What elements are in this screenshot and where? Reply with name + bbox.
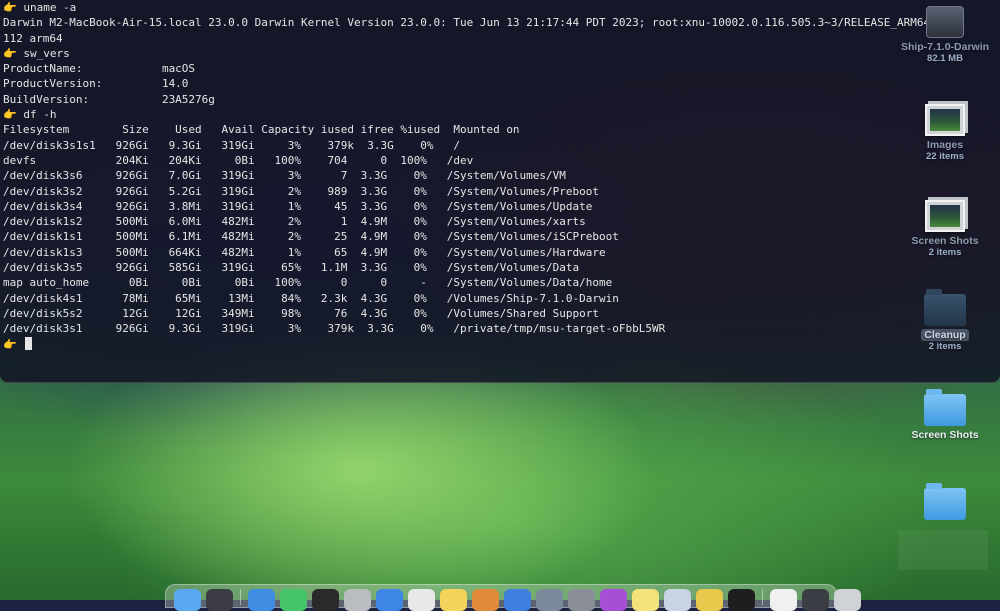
terminal-text: BuildVersion: 23A5276g [3,92,215,106]
terminal-output-line: /dev/disk3s1 926Gi 9.3Gi 319Gi 3% 379k 3… [3,321,1000,336]
desktop-item-screen-shots-stack[interactable]: Screen Shots 2 items [890,200,1000,258]
terminal-text: /dev/disk1s2 500Mi 6.0Mi 482Mi 2% 1 4.9M… [3,215,586,229]
terminal-output-line: /dev/disk3s4 926Gi 3.8Mi 319Gi 1% 45 3.3… [3,199,1000,214]
terminal-icon[interactable] [312,589,339,611]
dock-separator [762,589,763,605]
terminal-command-line: 👉 df -h [3,107,1000,122]
terminal-text: 112 arm64 [3,31,63,45]
desktop-item-size: 82.1 MB [927,53,963,64]
terminal-output-line: /dev/disk3s1s1 926Gi 9.3Gi 319Gi 3% 379k… [3,138,1000,153]
terminal-text: ProductVersion: 14.0 [3,77,189,91]
terminal-text: /dev/disk5s2 12Gi 12Gi 349Mi 98% 76 4.3G… [3,306,600,320]
terminal-text: /dev/disk1s1 500Mi 6.1Mi 482Mi 2% 25 4.9… [3,230,619,244]
desktop-item-label: Ship-7.1.0-Darwin [900,41,990,53]
notes-icon[interactable] [440,589,467,611]
terminal-output-line: /dev/disk3s5 926Gi 585Gi 319Gi 65% 1.1M … [3,260,1000,275]
system-settings-icon[interactable] [568,589,595,611]
printer-icon[interactable] [344,589,371,611]
dock [165,584,861,611]
terminal-output-line: Filesystem Size Used Avail Capacity iuse… [3,122,1000,137]
terminal-command-line: 👉 sw_vers [3,46,1000,61]
terminal-output-line: Darwin M2-MacBook-Air-15.local 23.0.0 Da… [3,15,1000,30]
mail-icon[interactable] [376,589,403,611]
terminal-output-line: BuildVersion: 23A5276g [3,92,1000,107]
terminal-text: df -h [23,108,57,122]
display-icon[interactable] [802,589,829,611]
terminal2-icon[interactable] [728,589,755,611]
desktop-item-ship-disk[interactable]: Ship-7.1.0-Darwin 82.1 MB [890,6,1000,64]
disk-image-icon [926,6,964,38]
terminal-text: /dev/disk4s1 78Mi 65Mi 13Mi 84% 2.3k 4.3… [3,291,619,305]
terminal-text: ProductName: macOS [3,62,196,76]
photos-icon[interactable] [472,589,499,611]
finder-icon[interactable] [174,589,201,611]
photo-stack-icon [925,104,965,136]
terminal-output-line: /dev/disk4s1 78Mi 65Mi 13Mi 84% 2.3k 4.3… [3,291,1000,306]
terminal-output-line: 112 arm64 [3,31,1000,46]
stickies-icon[interactable] [632,589,659,611]
terminal-text: uname -a [23,1,77,14]
dock-separator [240,589,241,605]
terminal-output-line: /dev/disk5s2 12Gi 12Gi 349Mi 98% 76 4.3G… [3,306,1000,321]
folder-icon [924,389,966,426]
folder-icon [924,289,966,326]
preview-icon[interactable] [536,589,563,611]
terminal-output-line: devfs 204Ki 204Ki 0Bi 100% 704 0 100% /d… [3,153,1000,168]
automator-icon[interactable] [696,589,723,611]
desktop-item-count: 22 items [925,151,965,162]
calendar-icon[interactable] [408,589,435,611]
pointing-hand-icon: 👉 [3,46,17,60]
terminal-output-line: /dev/disk1s2 500Mi 6.0Mi 482Mi 2% 1 4.9M… [3,214,1000,229]
desktop-item-label: Cleanup [890,329,1000,341]
terminal-prompt-line: 👉 [3,336,1000,352]
desktop-item-cleanup[interactable]: Cleanup 2 items [890,289,1000,352]
safari-icon[interactable] [248,589,275,611]
terminal-output-line: ProductVersion: 14.0 [3,76,1000,91]
terminal-text: /dev/disk3s1s1 926Gi 9.3Gi 319Gi 3% 379k… [3,138,460,152]
folder-icon [924,483,966,520]
terminal-text: /dev/disk3s4 926Gi 3.8Mi 319Gi 1% 45 3.3… [3,199,593,213]
text-cursor [25,336,33,350]
pointing-hand-icon: 👉 [3,337,17,351]
terminal-output-line: /dev/disk1s3 500Mi 664Ki 482Mi 1% 65 4.9… [3,245,1000,260]
terminal-text: devfs 204Ki 204Ki 0Bi 100% 704 0 100% /d… [3,153,474,167]
messages-icon[interactable] [280,589,307,611]
desktop-item-count: 2 items [928,341,962,352]
terminal-text: /dev/disk3s5 926Gi 585Gi 319Gi 65% 1.1M … [3,261,580,275]
desktop-highlight [898,530,988,570]
terminal-text: sw_vers [23,46,70,60]
terminal-text: Filesystem Size Used Avail Capacity iuse… [3,123,520,137]
terminal-text: /dev/disk3s6 926Gi 7.0Gi 319Gi 3% 7 3.3G… [3,169,566,183]
terminal-output-line: /dev/disk1s1 500Mi 6.1Mi 482Mi 2% 25 4.9… [3,229,1000,244]
terminal-command-line: 👉 uname -a [3,0,1000,15]
xcode-icon[interactable] [504,589,531,611]
desktop-item-screen-shots-folder[interactable]: Screen Shots [890,389,1000,441]
trash-icon[interactable] [834,589,861,611]
desktop-item-folder[interactable] [890,483,1000,520]
pointing-hand-icon: 👉 [3,1,17,14]
podcasts-icon[interactable] [600,589,627,611]
desktop-item-label: Images [926,139,964,151]
pointing-hand-icon: 👉 [3,108,17,122]
desktop-item-count: 2 items [928,247,962,258]
terminal-text: /dev/disk1s3 500Mi 664Ki 482Mi 1% 65 4.9… [3,245,606,259]
terminal-text: Darwin M2-MacBook-Air-15.local 23.0.0 Da… [3,16,951,30]
finder-window-icon[interactable] [664,589,691,611]
terminal-text: /dev/disk3s1 926Gi 9.3Gi 319Gi 3% 379k 3… [3,322,666,336]
terminal-text: map auto_home 0Bi 0Bi 0Bi 100% 0 0 - /Sy… [3,276,613,290]
rocket-icon[interactable] [206,589,233,611]
photo-stack-icon [925,200,965,232]
documents-icon[interactable] [770,589,797,611]
terminal-output-line: ProductName: macOS [3,61,1000,76]
desktop-item-label: Screen Shots [911,429,979,441]
terminal-window[interactable]: 👉 uname -a Darwin M2-MacBook-Air-15.local… [0,0,1000,383]
terminal-output-line: map auto_home 0Bi 0Bi 0Bi 100% 0 0 - /Sy… [3,275,1000,290]
terminal-output-line: /dev/disk3s2 926Gi 5.2Gi 319Gi 2% 989 3.… [3,184,1000,199]
desktop-item-images[interactable]: Images 22 items [890,104,1000,162]
terminal-output-line: /dev/disk3s6 926Gi 7.0Gi 319Gi 3% 7 3.3G… [3,168,1000,183]
desktop-item-label: Screen Shots [911,235,979,247]
terminal-text: /dev/disk3s2 926Gi 5.2Gi 319Gi 2% 989 3.… [3,184,600,198]
